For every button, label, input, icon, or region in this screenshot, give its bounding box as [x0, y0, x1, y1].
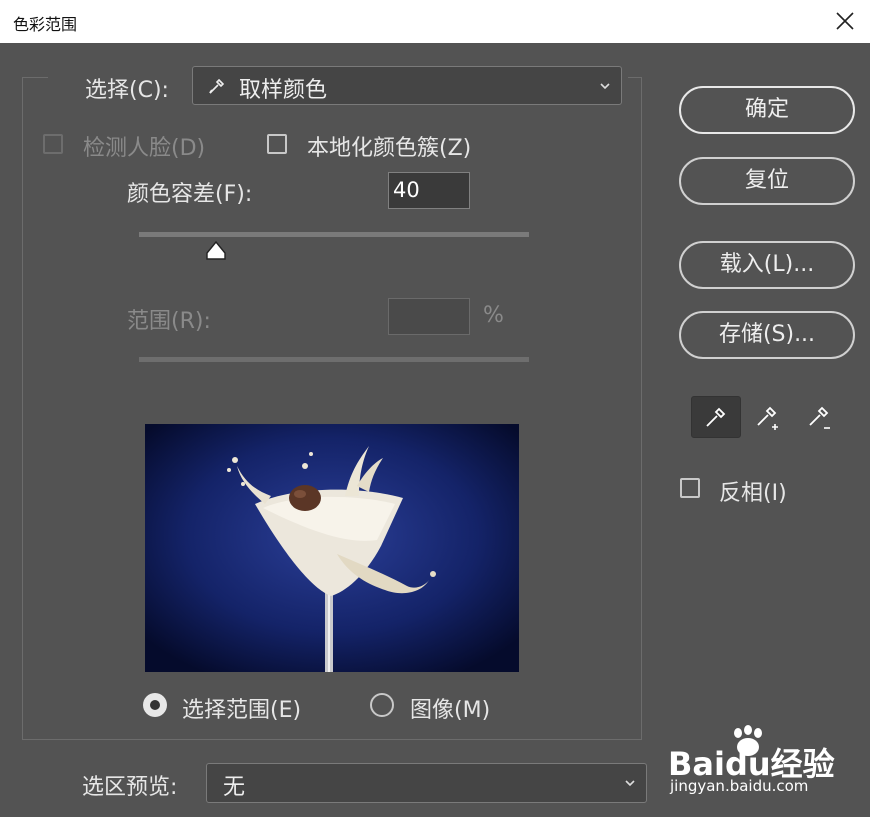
fuzziness-slider-track[interactable] [139, 232, 529, 237]
invert-checkbox[interactable] [680, 478, 700, 498]
window-title: 色彩范围 [13, 15, 78, 34]
range-label: 范围(R): [127, 309, 211, 334]
select-value: 取样颜色 [239, 78, 328, 103]
image-radio[interactable] [370, 693, 394, 717]
localized-clusters-checkbox[interactable] [267, 134, 287, 154]
image-radio-label: 图像(M) [410, 698, 491, 723]
selection-radio[interactable] [143, 693, 167, 717]
fuzziness-label: 颜色容差(F): [127, 182, 253, 207]
eyedropper-tool[interactable] [691, 396, 741, 438]
chevron-down-icon [625, 780, 635, 787]
fuzziness-slider-thumb[interactable] [204, 238, 228, 262]
eyedropper-plus-icon [757, 406, 778, 430]
reset-button[interactable]: 复位 [679, 157, 855, 205]
detect-faces-checkbox[interactable] [43, 134, 63, 154]
selection-preview-label: 选区预览: [82, 775, 178, 800]
range-input[interactable] [388, 298, 470, 335]
close-icon[interactable] [832, 8, 858, 34]
title-bar: 色彩范围 [0, 0, 870, 43]
selection-radio-label: 选择范围(E) [182, 698, 302, 723]
preview-image [145, 424, 519, 672]
range-slider-track[interactable] [139, 357, 529, 362]
ok-button[interactable]: 确定 [679, 86, 855, 134]
eyedropper-icon [209, 78, 225, 94]
watermark-url: jingyan.baidu.com [670, 777, 809, 795]
range-unit: % [483, 303, 504, 328]
selection-preview-value: 无 [223, 775, 246, 800]
select-label: 选择(C): [85, 78, 169, 103]
eyedropper-minus-icon [809, 406, 830, 429]
localized-clusters-label: 本地化颜色簇(Z) [307, 136, 472, 161]
save-button[interactable]: 存储(S)... [679, 311, 855, 359]
invert-label: 反相(I) [719, 481, 787, 506]
fuzziness-input[interactable]: 40 [388, 172, 470, 209]
baidu-watermark: Baidu经验 jingyan.baidu.com [668, 725, 864, 805]
cocktail-splash-image [145, 424, 519, 672]
chevron-down-icon [600, 83, 610, 90]
eyedropper-icon [706, 407, 726, 427]
load-button[interactable]: 载入(L)... [679, 241, 855, 289]
add-to-sample-tool[interactable] [743, 396, 791, 436]
detect-faces-label: 检测人脸(D) [83, 136, 206, 161]
select-dropdown[interactable]: 取样颜色 [192, 66, 622, 105]
selection-preview-dropdown[interactable]: 无 [206, 763, 647, 803]
subtract-from-sample-tool[interactable] [795, 396, 843, 436]
